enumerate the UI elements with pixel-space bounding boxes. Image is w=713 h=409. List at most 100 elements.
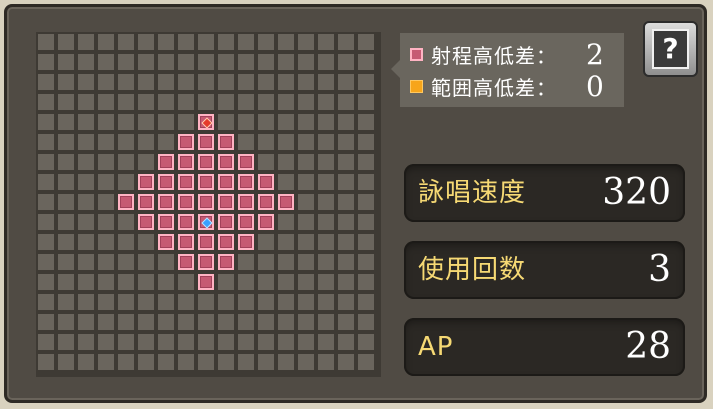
grid-cell xyxy=(218,114,234,130)
grid-cell xyxy=(138,314,154,330)
grid-cell xyxy=(278,294,294,310)
grid-cell xyxy=(338,334,354,350)
grid-cell xyxy=(238,314,254,330)
question-book-icon: ? xyxy=(652,29,689,69)
grid-cell xyxy=(238,114,254,130)
grid-cell xyxy=(258,234,274,250)
grid-cell xyxy=(138,294,154,310)
grid-cell xyxy=(98,254,114,270)
grid-cell xyxy=(298,274,314,290)
grid-cell xyxy=(278,334,294,350)
area-swatch-icon xyxy=(410,79,423,93)
grid-cell xyxy=(198,294,214,310)
grid-cell xyxy=(178,314,194,330)
grid-cell xyxy=(38,174,54,190)
grid-cell xyxy=(278,274,294,290)
grid-cell xyxy=(318,94,334,110)
grid-cell xyxy=(58,314,74,330)
range-cell xyxy=(158,194,174,210)
grid-cell xyxy=(98,114,114,130)
grid-cell xyxy=(278,54,294,70)
stat-cast-speed: 詠唱速度 320 xyxy=(404,164,685,222)
grid-cell xyxy=(78,134,94,150)
grid-cell xyxy=(98,214,114,230)
grid-cell xyxy=(138,334,154,350)
grid-cell xyxy=(118,74,134,90)
range-cell xyxy=(178,154,194,170)
grid-cell xyxy=(58,134,74,150)
grid-cell xyxy=(138,274,154,290)
range-grid xyxy=(36,32,381,377)
grid-cell xyxy=(298,34,314,50)
help-button[interactable]: ? xyxy=(643,21,698,77)
grid-cell xyxy=(298,214,314,230)
stat-ap-value: 28 xyxy=(625,326,671,367)
grid-cell xyxy=(158,134,174,150)
grid-cell xyxy=(358,54,374,70)
grid-cell xyxy=(358,334,374,350)
range-cell xyxy=(258,214,274,230)
grid-cell xyxy=(238,274,254,290)
grid-cell xyxy=(78,154,94,170)
range-cell xyxy=(178,214,194,230)
grid-cell xyxy=(238,74,254,90)
grid-cell xyxy=(258,154,274,170)
grid-cell xyxy=(338,354,354,370)
grid-cell xyxy=(58,274,74,290)
grid-cell xyxy=(78,34,94,50)
grid-cell xyxy=(138,254,154,270)
grid-cell xyxy=(118,94,134,110)
grid-cell xyxy=(318,234,334,250)
grid-cell xyxy=(198,34,214,50)
grid-cell xyxy=(258,34,274,50)
grid-cell xyxy=(338,314,354,330)
grid-cell xyxy=(298,254,314,270)
grid-cell xyxy=(298,294,314,310)
grid-cell xyxy=(278,214,294,230)
grid-cell xyxy=(118,134,134,150)
grid-cell xyxy=(38,214,54,230)
stat-use-count-value: 3 xyxy=(648,249,671,290)
grid-cell xyxy=(318,174,334,190)
stat-cast-speed-value: 320 xyxy=(602,172,671,213)
range-cell xyxy=(178,174,194,190)
grid-cell xyxy=(198,354,214,370)
grid-cell xyxy=(338,194,354,210)
grid-cell xyxy=(238,94,254,110)
range-cell xyxy=(138,214,154,230)
grid-cell xyxy=(218,74,234,90)
range-cell xyxy=(178,194,194,210)
grid-cell xyxy=(118,354,134,370)
grid-cell xyxy=(318,214,334,230)
grid-cell xyxy=(218,94,234,110)
grid-cell xyxy=(298,194,314,210)
grid-cell xyxy=(158,34,174,50)
grid-cell xyxy=(278,154,294,170)
grid-cell xyxy=(58,74,74,90)
grid-cell xyxy=(238,354,254,370)
grid-cell xyxy=(78,54,94,70)
grid-cell xyxy=(118,114,134,130)
grid-cell xyxy=(258,254,274,270)
legend-area-value: 0 xyxy=(586,69,605,103)
grid-cell xyxy=(78,194,94,210)
grid-cell xyxy=(58,34,74,50)
range-cell xyxy=(218,214,234,230)
grid-cell xyxy=(78,94,94,110)
grid-cell xyxy=(358,34,374,50)
grid-cell xyxy=(118,34,134,50)
grid-cell xyxy=(338,174,354,190)
stat-use-count-label: 使用回数 xyxy=(418,255,527,285)
legend-range-label: 射程高低差： xyxy=(431,43,557,68)
grid-cell xyxy=(318,74,334,90)
grid-cell xyxy=(278,314,294,330)
grid-cell xyxy=(318,194,334,210)
grid-cell xyxy=(158,274,174,290)
grid-cell xyxy=(258,294,274,310)
grid-cell xyxy=(218,274,234,290)
range-cell xyxy=(138,174,154,190)
grid-cell xyxy=(98,234,114,250)
grid-cell xyxy=(138,74,154,90)
grid-cell xyxy=(78,234,94,250)
grid-cell xyxy=(338,34,354,50)
